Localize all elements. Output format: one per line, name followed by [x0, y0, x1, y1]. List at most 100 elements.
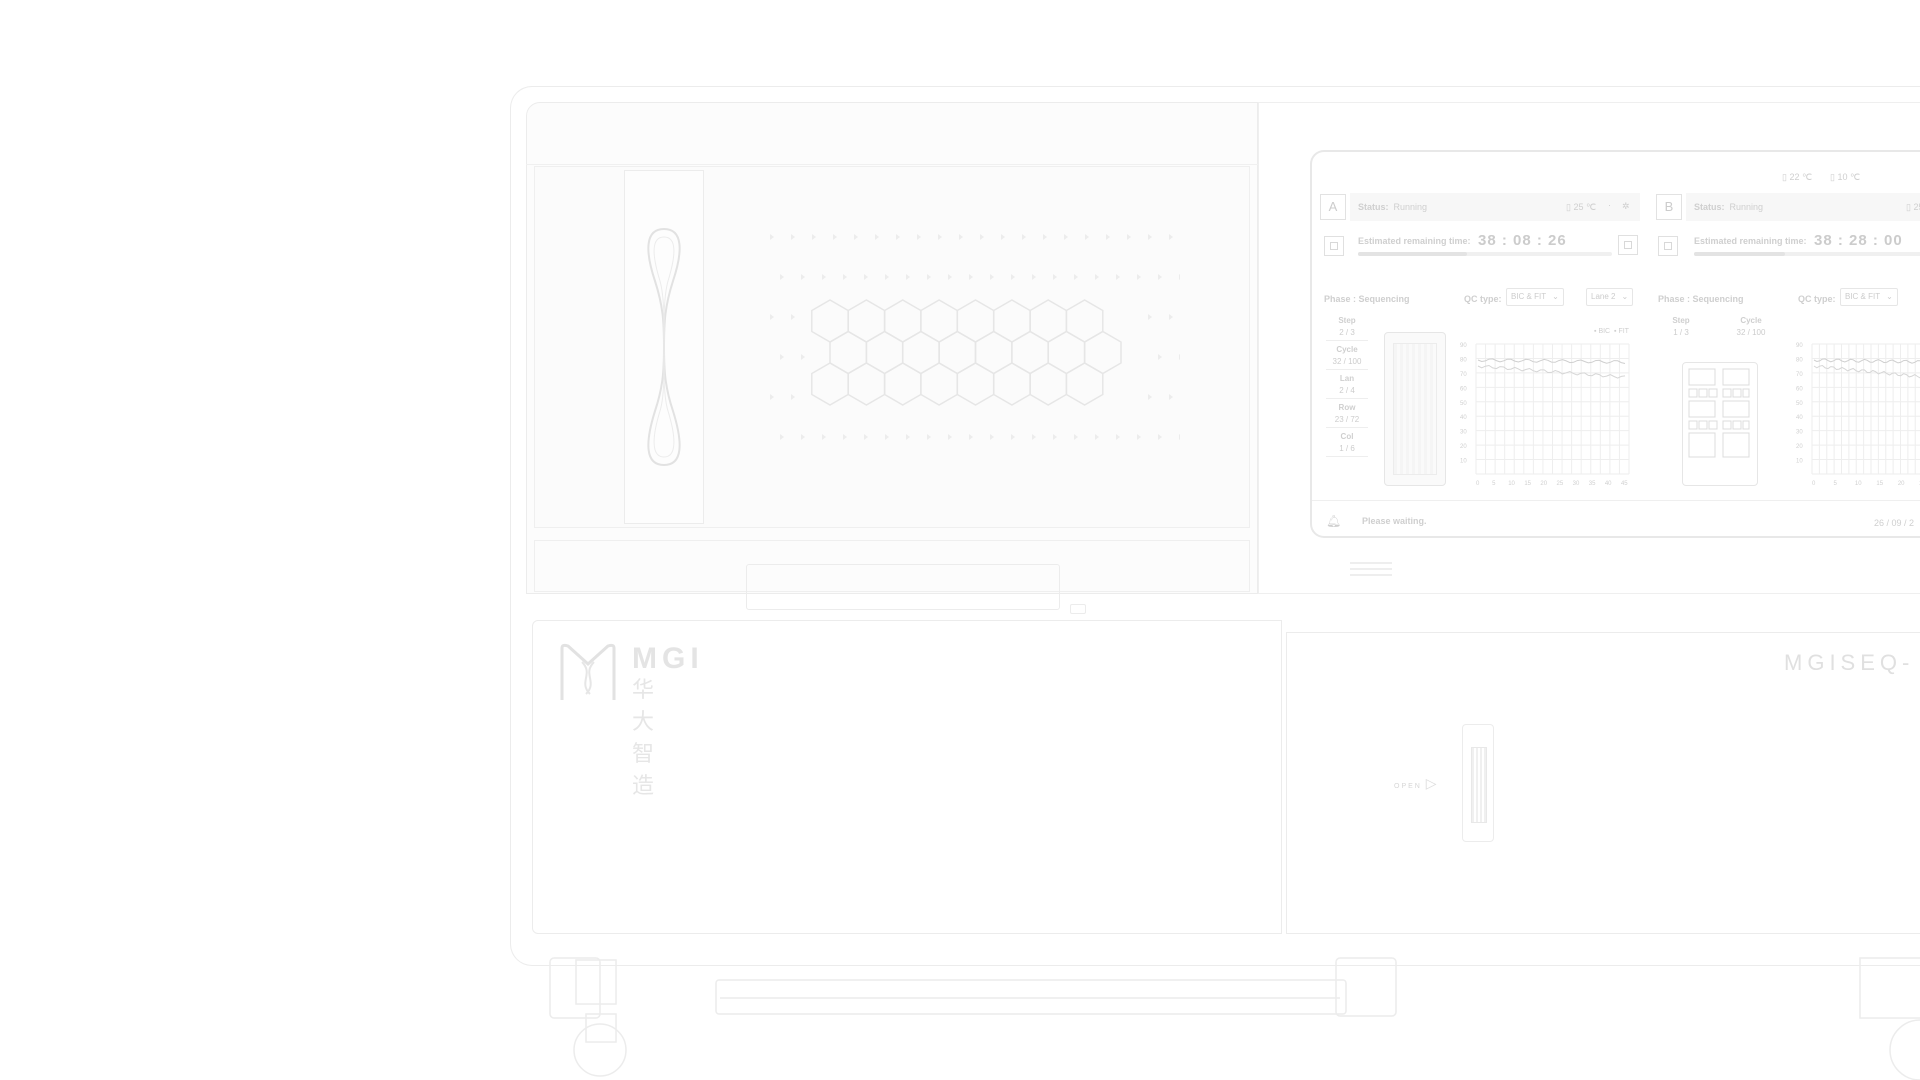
stat-label: Cycle: [1336, 345, 1358, 354]
x-tick-label: 45: [1621, 481, 1628, 487]
flowcell-a-detail-button[interactable]: [1618, 235, 1638, 255]
x-tick-label: 0: [1812, 481, 1816, 487]
y-tick-label: 30: [1460, 430, 1467, 436]
flowcell-b-qc-label: QC type:: [1798, 294, 1836, 304]
latch-grip: [1471, 747, 1487, 823]
logo-chinese-text: 华大智造: [632, 677, 658, 798]
flowcell-b-badge[interactable]: B: [1656, 194, 1682, 220]
honeycomb-pattern-icon: [770, 234, 1180, 440]
flowcell-b-qc-dropdown[interactable]: BIC & FIT ⌄: [1840, 288, 1898, 306]
y-tick-label: 40: [1460, 415, 1467, 421]
x-tick-label: 5: [1833, 481, 1837, 487]
y-tick-label: 60: [1460, 386, 1467, 392]
flowcell-b-stat-step: Step 1 / 3: [1660, 316, 1702, 344]
x-tick-label: 20: [1898, 481, 1905, 487]
y-tick-label: 80: [1796, 357, 1803, 363]
stat-value: 32 / 100: [1326, 357, 1368, 370]
flowcell-a-temp: ▯ 25 ℃: [1566, 202, 1597, 212]
y-tick-label: 40: [1796, 415, 1803, 421]
flowcell-b-status: Status: Running: [1694, 202, 1764, 212]
flowcell-a-chip-image[interactable]: [1384, 332, 1446, 486]
stat-value: 2 / 4: [1326, 386, 1368, 399]
instrument-screen: ▯ 22 ℃ ▯ 10 ℃ A Status: Running ▯ 25 ℃ ·…: [1310, 150, 1920, 538]
lane-map-diagram-icon: [1688, 368, 1750, 458]
y-tick-label: 30: [1796, 430, 1803, 436]
series-line: [1813, 358, 1920, 364]
flowcell-a-progress-fill: [1358, 252, 1468, 256]
vent-grille-icon: [1350, 562, 1392, 576]
logo-text: MGI: [632, 642, 704, 675]
tray-button[interactable]: [1070, 604, 1086, 614]
flowcell-b-stat-cycle: Cycle 32 / 100: [1730, 316, 1772, 344]
stat-label: Step: [1338, 316, 1356, 325]
flowcell-a-badge[interactable]: A: [1320, 194, 1346, 220]
bell-icon[interactable]: 🔔︎: [1326, 514, 1341, 528]
temp-indicator-2: ▯ 10 ℃: [1830, 172, 1861, 182]
lower-right-door[interactable]: [1286, 632, 1920, 934]
x-tick-label: 5: [1492, 481, 1496, 487]
flowcell-b-remaining-label: Estimated remaining time:: [1694, 236, 1807, 246]
flowcell-a-qc-dropdown[interactable]: BIC & FIT ⌄: [1506, 288, 1564, 306]
flowcell-b-lane-map[interactable]: [1682, 362, 1758, 486]
stat-value: 23 / 72: [1326, 415, 1368, 428]
mgi-logo-mark-icon: [560, 643, 616, 700]
flowcell-a-qc-label: QC type:: [1464, 294, 1502, 304]
y-tick-label: 20: [1796, 444, 1803, 450]
flowcell-a-qc-chart: 90 80 70 60 50 40 30 20 10 0 5 10 15 20 25 30 35 40 45: [1460, 343, 1630, 487]
x-tick-label: 10: [1855, 481, 1862, 487]
open-label: OPEN ▷: [1394, 775, 1439, 791]
flowcell-a-progress: [1358, 252, 1612, 256]
temp-indicator-1: ▯ 22 ℃: [1782, 172, 1813, 182]
y-tick-label: 70: [1796, 372, 1803, 378]
x-tick-label: 0: [1476, 481, 1480, 487]
y-tick-label: 90: [1796, 343, 1803, 349]
stat-label: Cycle: [1740, 316, 1762, 325]
x-tick-label: 20: [1540, 481, 1547, 487]
model-name: MGISEQ-: [1784, 650, 1915, 675]
flowcell-b-stop-button[interactable]: [1658, 236, 1678, 256]
reagent-tray[interactable]: [746, 564, 1060, 610]
y-tick-label: 60: [1796, 386, 1803, 392]
y-tick-label: 50: [1460, 401, 1467, 407]
footer-message: Please waiting.: [1362, 516, 1427, 526]
flowcell-a-stats: Step 2 / 3 Cycle 32 / 100 Lan 2 / 4 Row …: [1326, 316, 1368, 461]
flowcell-a-remaining-label: Estimated remaining time:: [1358, 236, 1471, 246]
flowcell-a-stop-button[interactable]: [1324, 236, 1344, 256]
mgi-logo: MGI 华大智造: [558, 642, 699, 798]
stat-value: 1 / 6: [1326, 444, 1368, 457]
y-tick-label: 20: [1460, 444, 1467, 450]
series-line: [1477, 364, 1626, 379]
footer-date: 26 / 09 / 2: [1874, 518, 1915, 528]
x-tick-label: 40: [1605, 481, 1612, 487]
flowcell-a-settings-icon[interactable]: ✲: [1622, 201, 1630, 212]
screen-footer-divider: [1312, 500, 1920, 501]
x-tick-label: 15: [1524, 481, 1531, 487]
chevron-down-icon: ⌄: [1552, 292, 1559, 301]
chip-surface: [1393, 343, 1437, 475]
flowcell-a-status: Status: Running: [1358, 202, 1428, 212]
stat-label: Step: [1672, 316, 1690, 325]
flowcell-figure8-icon: [647, 227, 681, 467]
chevron-down-icon: ⌄: [1621, 292, 1629, 301]
flowcell-b-progress-fill: [1694, 252, 1786, 256]
flowcell-a-lane-dropdown[interactable]: Lane 2 ⌄: [1586, 288, 1634, 306]
flowcell-b-qc-chart: 9080706050403020100510152025: [1796, 343, 1920, 487]
chart-legend: ▪ BIC ▪ FIT: [1594, 328, 1629, 335]
series-line: [1813, 364, 1920, 379]
stat-label: Row: [1338, 403, 1356, 412]
stat-value: 1 / 3: [1673, 328, 1689, 337]
series-line: [1477, 358, 1626, 364]
flowcell-slot[interactable]: [624, 170, 704, 524]
y-tick-label: 10: [1460, 459, 1467, 465]
flowcell-b-phase: Phase : Sequencing: [1658, 294, 1744, 304]
flowcell-a-phase: Phase : Sequencing: [1324, 294, 1410, 304]
y-tick-label: 80: [1460, 357, 1467, 363]
stat-value: 32 / 100: [1736, 328, 1766, 337]
flowcell-a-remaining-time: 38 : 08 : 26: [1478, 232, 1567, 249]
x-tick-label: 30: [1573, 481, 1580, 487]
flowcell-a-dot-icon: ·: [1608, 200, 1611, 210]
y-tick-label: 50: [1796, 401, 1803, 407]
y-tick-label: 90: [1460, 343, 1467, 349]
stat-label: Col: [1340, 432, 1354, 441]
door-latch-handle[interactable]: [1462, 724, 1494, 842]
